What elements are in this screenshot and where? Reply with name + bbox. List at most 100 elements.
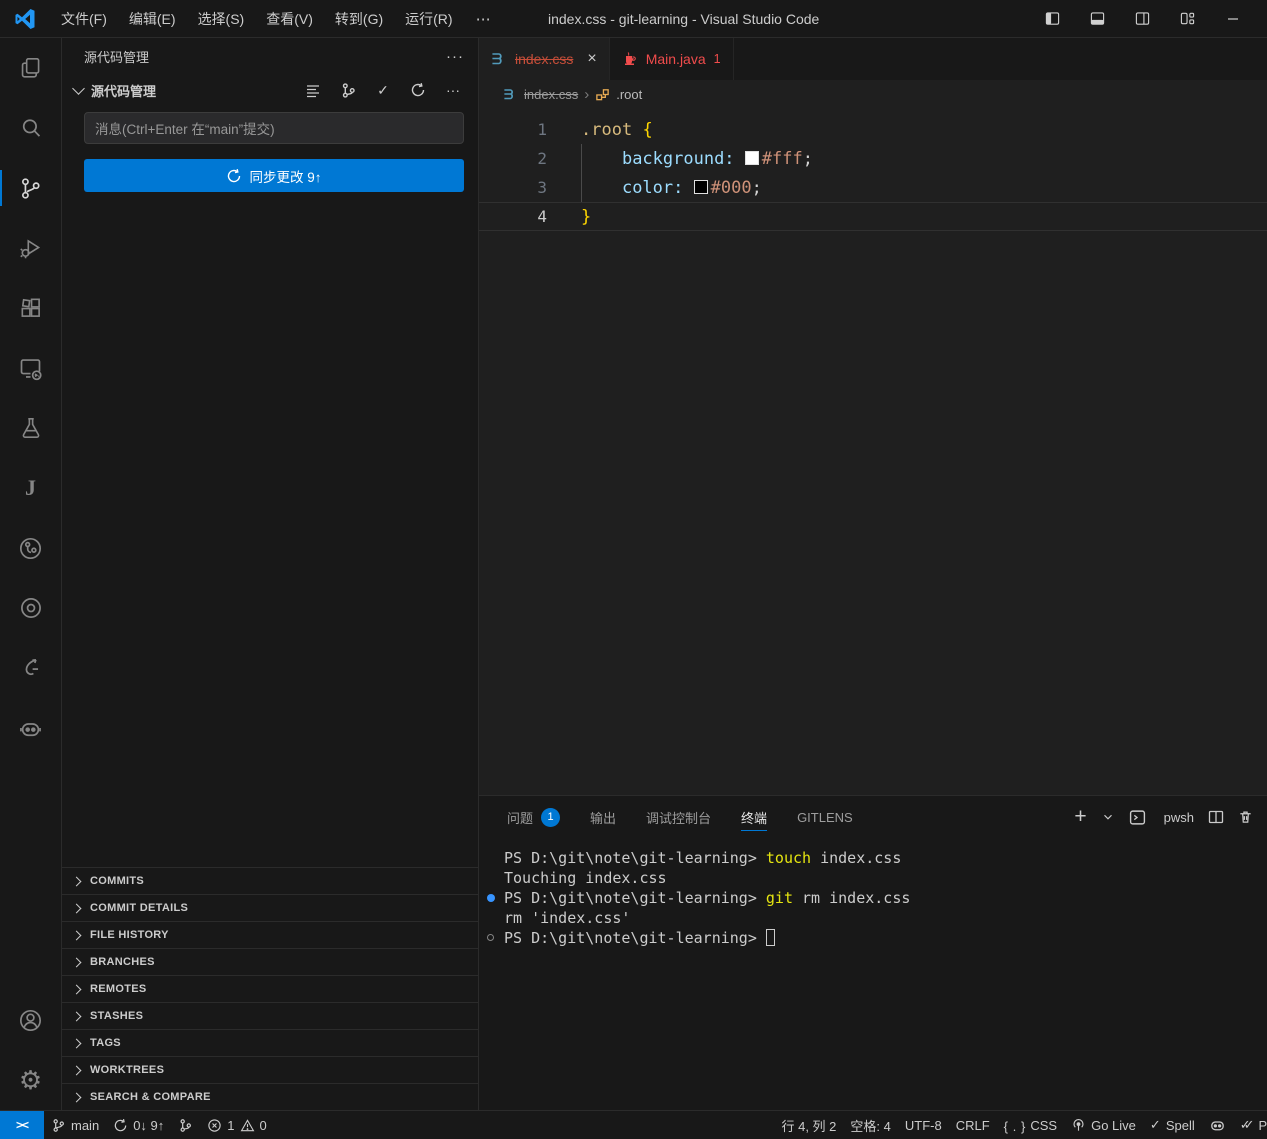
section-label: FILE HISTORY (90, 929, 169, 941)
toggle-sidebar-icon[interactable] (1036, 5, 1069, 33)
code-line[interactable]: 4} (479, 202, 1267, 231)
line-number: 4 (479, 207, 547, 226)
panel-tab[interactable]: 终端 (741, 796, 767, 838)
run-and-debug-icon[interactable] (0, 218, 61, 278)
minimize-icon[interactable] (1216, 5, 1249, 33)
sync-counts: 0↓ 9↑ (133, 1118, 164, 1133)
commit-message-input[interactable]: 消息(Ctrl+Enter 在“main”提交) (84, 112, 464, 144)
record-icon[interactable] (0, 578, 61, 638)
explorer-icon[interactable] (0, 38, 61, 98)
tab-problems-badge: 1 (714, 52, 721, 66)
menu-overflow[interactable]: ⋯ (464, 6, 504, 32)
broadcast-icon (1071, 1118, 1086, 1133)
sidebar-section-remotes[interactable]: REMOTES (62, 975, 478, 1002)
panel-tab[interactable]: GITLENS (797, 796, 853, 838)
toggle-panel-icon[interactable] (1081, 5, 1114, 33)
panel-tab[interactable]: 调试控制台 (646, 796, 711, 838)
menu-item[interactable]: 编辑(E) (118, 5, 187, 33)
window-title: index.css - git-learning - Visual Studio… (548, 0, 819, 38)
view-as-list-icon[interactable] (304, 81, 322, 99)
panel-tab-bar: 问题1 输出 调试控制台 终端 GITLENS + pwsh (479, 796, 1267, 838)
shell-label[interactable]: pwsh (1164, 810, 1194, 825)
code-line[interactable]: 1.root { (479, 115, 1267, 144)
git-hook-icon[interactable] (0, 638, 61, 698)
branch-name: main (71, 1118, 99, 1133)
code-editor[interactable]: 1.root {2 background: #fff;3 color: #000… (479, 108, 1267, 795)
sync-changes-button[interactable]: 同步更改 9↑ (84, 159, 464, 192)
customize-layout-icon[interactable] (1171, 5, 1204, 33)
language-label: CSS (1030, 1118, 1057, 1133)
sidebar-section-tags[interactable]: TAGS (62, 1029, 478, 1056)
sidebar-section-worktrees[interactable]: WORKTREES (62, 1056, 478, 1083)
source-control-icon[interactable] (0, 158, 61, 218)
panel-tab-label: 调试控制台 (646, 808, 711, 827)
problems-status[interactable]: 1 0 (200, 1111, 273, 1139)
sync-status[interactable]: 0↓ 9↑ (106, 1111, 171, 1139)
section-label: COMMITS (90, 875, 144, 887)
breadcrumb[interactable]: ᗱ index.css › .root (479, 80, 1267, 108)
remote-indicator[interactable]: >< (0, 1111, 44, 1139)
breadcrumb-file[interactable]: index.css (524, 87, 578, 102)
menu-item[interactable]: 查看(V) (255, 5, 324, 33)
search-icon[interactable] (0, 98, 61, 158)
branch-status[interactable]: main (44, 1111, 106, 1139)
prettier-status[interactable]: ✓✓ Prett (1233, 1111, 1267, 1139)
robot-icon[interactable] (0, 698, 61, 758)
section-label: STASHES (90, 1010, 143, 1022)
menu-item[interactable]: 选择(S) (187, 5, 256, 33)
breadcrumb-symbol[interactable]: .root (616, 87, 642, 102)
indentation[interactable]: 空格: 4 (843, 1111, 897, 1139)
color-swatch[interactable] (694, 180, 708, 194)
tab-main-java[interactable]: Main.java 1 (610, 38, 734, 80)
commit-check-icon[interactable]: ✓ (374, 81, 392, 99)
refresh-icon[interactable] (409, 81, 427, 99)
tab-label: Main.java (646, 51, 706, 67)
account-icon[interactable] (0, 990, 61, 1050)
commit-graph-status-icon[interactable] (171, 1111, 200, 1139)
code-line[interactable]: 2 background: #fff; (479, 144, 1267, 173)
sidebar-section-search-compare[interactable]: SEARCH & COMPARE (62, 1083, 478, 1110)
scm-section-label: 源代码管理 (91, 81, 156, 100)
sidebar-section-commits[interactable]: COMMITS (62, 867, 478, 894)
new-terminal-icon[interactable]: + (1074, 805, 1086, 829)
toggle-secondary-sidebar-icon[interactable] (1126, 5, 1159, 33)
terminal-shell-icon[interactable] (1129, 809, 1146, 826)
sidebar-section-branches[interactable]: BRANCHES (62, 948, 478, 975)
panel-tab[interactable]: 问题1 (507, 796, 560, 838)
sidebar-section-stashes[interactable]: STASHES (62, 1002, 478, 1029)
gitlens-icon[interactable] (0, 518, 61, 578)
encoding[interactable]: UTF-8 (898, 1111, 949, 1139)
sidebar-more-actions-icon[interactable]: ··· (446, 48, 464, 65)
java-icon[interactable]: J (0, 458, 61, 518)
menu-item[interactable]: 转到(G) (324, 5, 394, 33)
commit-graph-icon[interactable] (339, 81, 357, 99)
launch-profile-chevron-icon[interactable] (1101, 810, 1115, 824)
more-actions-icon[interactable]: ··· (444, 81, 462, 99)
settings-gear-icon[interactable]: ⚙ (0, 1050, 61, 1110)
branch-icon (51, 1118, 66, 1133)
sidebar-section-commit-details[interactable]: COMMIT DETAILS (62, 894, 478, 921)
split-terminal-icon[interactable] (1208, 809, 1224, 825)
kill-terminal-icon[interactable] (1238, 809, 1253, 825)
menu-item[interactable]: 运行(R) (394, 5, 463, 33)
terminal-output[interactable]: PS D:\git\note\git-learning> touch index… (479, 838, 1267, 1110)
testing-icon[interactable] (0, 398, 61, 458)
tab-index-css[interactable]: ᗱ index.css × (479, 38, 610, 80)
panel-tab[interactable]: 输出 (590, 796, 616, 838)
remote-explorer-icon[interactable] (0, 338, 61, 398)
cursor-position[interactable]: 行 4, 列 2 (774, 1111, 843, 1139)
terminal-line: Touching index.css (504, 868, 1267, 888)
close-tab-icon[interactable]: × (587, 50, 596, 68)
menu-item[interactable]: 文件(F) (50, 5, 118, 33)
scm-section-header[interactable]: 源代码管理 ✓ ··· (62, 74, 478, 106)
copilot-robot-icon[interactable] (1202, 1111, 1233, 1139)
code-line[interactable]: 3 color: #000; (479, 173, 1267, 202)
color-swatch[interactable] (745, 151, 759, 165)
go-live[interactable]: Go Live (1064, 1111, 1143, 1139)
sidebar-section-file-history[interactable]: FILE HISTORY (62, 921, 478, 948)
eol-sequence[interactable]: CRLF (949, 1111, 997, 1139)
chevron-right-icon (72, 1011, 82, 1021)
extensions-icon[interactable] (0, 278, 61, 338)
spell-checker[interactable]: ✓ Spell (1143, 1111, 1202, 1139)
language-mode[interactable]: {﹒} CSS (997, 1111, 1064, 1139)
